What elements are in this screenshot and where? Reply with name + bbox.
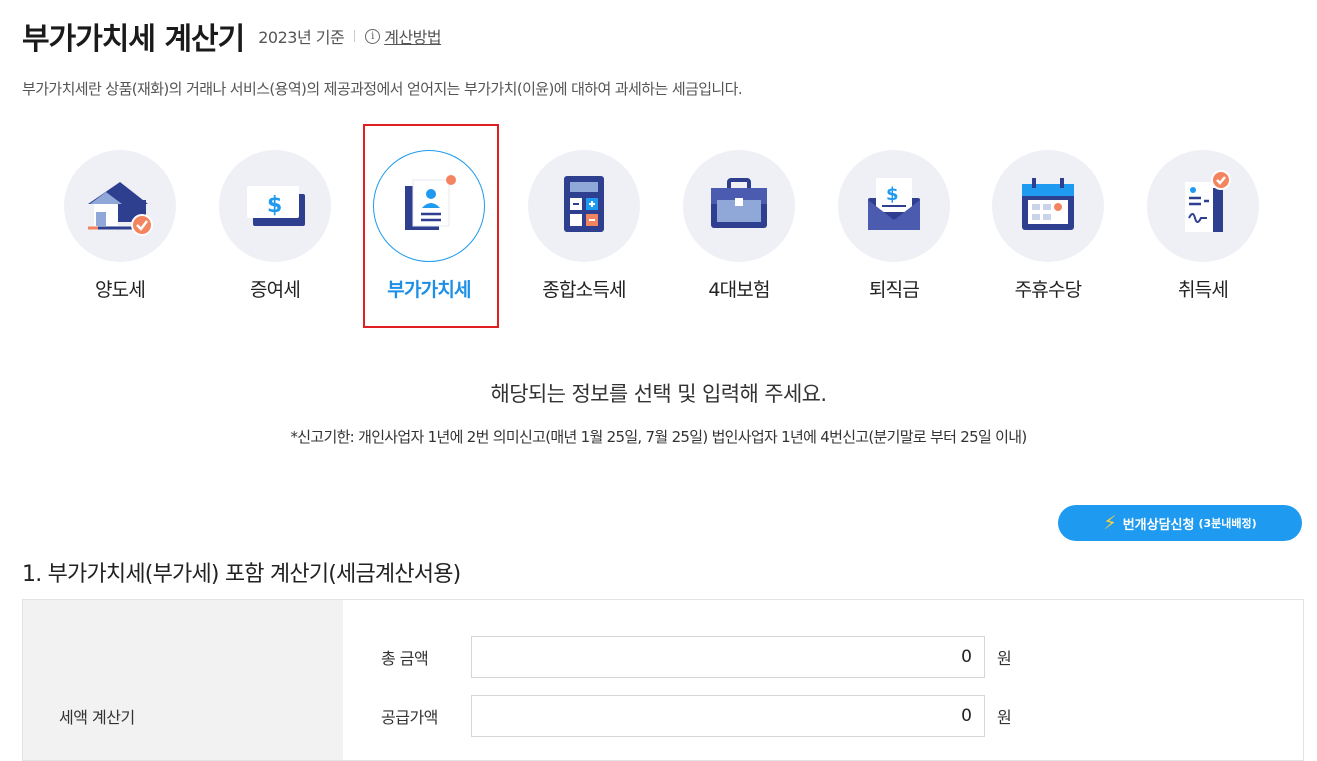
consult-note: (3분내배정) [1198, 517, 1257, 530]
filing-deadline-note: *신고기한: 개인사업자 1년에 2번 의미신고(매년 1월 25일, 7월 2… [290, 428, 1027, 446]
category-circle [64, 150, 176, 262]
category-label: 양도세 [94, 279, 146, 301]
category-holiday-pay[interactable]: 주휴수당 [978, 150, 1118, 302]
page-description: 부가가치세란 상품(재화)의 거래나 서비스(용역)의 제공과정에서 얻어지는 … [22, 80, 743, 98]
lightning-icon: ⚡ [1103, 512, 1117, 534]
consult-label: 번개상담신청 [1122, 517, 1195, 533]
supply-amount-input[interactable] [471, 695, 985, 737]
category-circle [1147, 150, 1259, 262]
header-divider [354, 30, 356, 42]
guide-text: 해당되는 정보를 선택 및 입력해 주세요. [490, 382, 828, 406]
category-severance[interactable]: $ 퇴직금 [824, 150, 964, 302]
category-jeungyeose[interactable]: $ 증여세 [205, 150, 345, 302]
calendar-icon [1022, 178, 1074, 230]
envelope-money-icon: $ [868, 178, 920, 230]
total-amount-unit: 원 [997, 649, 1012, 668]
year-label: 2023년 기준 [258, 28, 345, 47]
total-amount-input[interactable] [471, 636, 985, 678]
calculator-icon [564, 176, 604, 232]
total-amount-label: 총 금액 [381, 649, 429, 668]
total-amount-row: 총 금액 원 [381, 634, 1012, 680]
selection-highlight [363, 124, 499, 328]
category-income-tax[interactable]: 종합소득세 [514, 150, 654, 302]
calculator-side-header: 세액 계산기 [23, 600, 343, 760]
svg-text:$: $ [267, 193, 282, 218]
howto-label: 계산방법 [384, 28, 442, 47]
section-title: 1. 부가가치세(부가세) 포함 계산기(세금계산서용) [22, 562, 461, 587]
category-circle: $ [219, 150, 331, 262]
calculator-side-label: 세액 계산기 [59, 708, 135, 727]
category-circle [528, 150, 640, 262]
category-insurance[interactable]: 4대보험 [669, 150, 809, 302]
category-label: 주휴수당 [1014, 279, 1083, 301]
category-circle [683, 150, 795, 262]
category-label: 종합소득세 [542, 279, 626, 301]
category-circle: $ [838, 150, 950, 262]
category-label: 취득세 [1177, 279, 1229, 301]
category-label: 4대보험 [708, 279, 770, 301]
category-acquisition-tax[interactable]: 취득세 [1133, 150, 1273, 302]
supply-amount-label: 공급가액 [381, 708, 438, 727]
house-check-icon [88, 182, 153, 236]
info-icon: i [365, 28, 381, 44]
document-signature-icon [1185, 170, 1231, 232]
category-circle [992, 150, 1104, 262]
vat-calculator-panel: 세액 계산기 총 금액 원 공급가액 원 [22, 599, 1304, 761]
money-bill-icon: $ [247, 186, 305, 226]
page-header: 부가가치세 계산기 2023년 기준 i 계산방법 [22, 14, 442, 58]
category-label: 퇴직금 [868, 279, 920, 301]
supply-amount-row: 공급가액 원 [381, 693, 1012, 739]
svg-text:$: $ [886, 184, 899, 205]
category-label: 증여세 [249, 279, 301, 301]
page-title: 부가가치세 계산기 [22, 22, 245, 57]
category-yangdose[interactable]: 양도세 [50, 150, 190, 302]
howto-link[interactable]: i 계산방법 [365, 24, 442, 48]
supply-amount-unit: 원 [997, 708, 1012, 727]
quick-consult-button[interactable]: ⚡ 번개상담신청 (3분내배정) [1058, 505, 1302, 541]
briefcase-icon [711, 178, 767, 228]
